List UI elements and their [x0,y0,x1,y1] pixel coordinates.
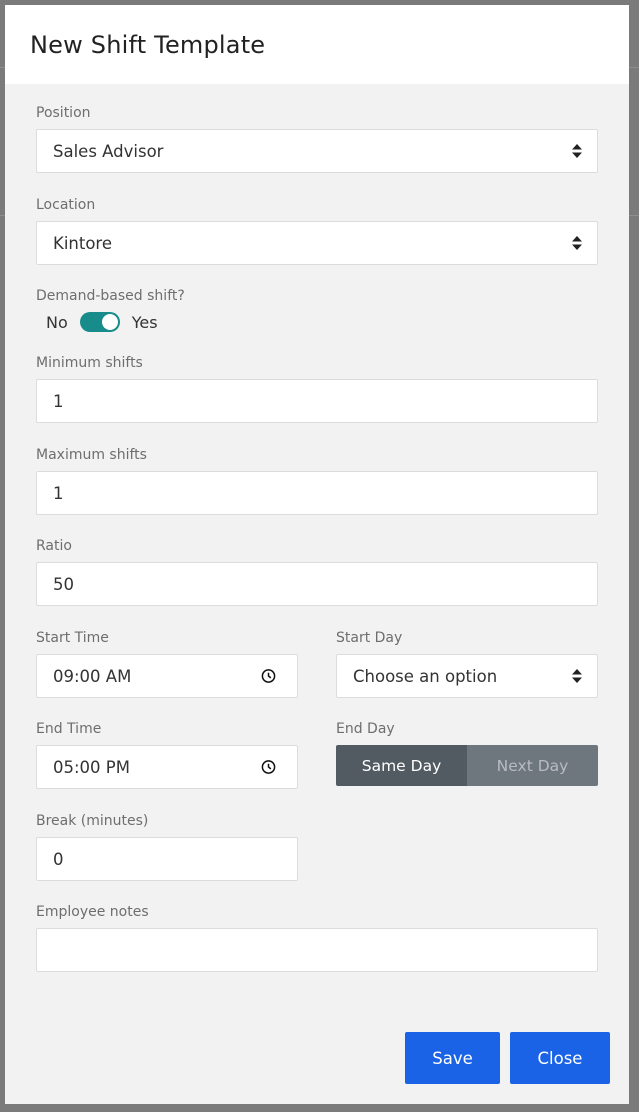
toggle-on-label: Yes [131,312,158,332]
modal-title: New Shift Template [30,30,266,59]
close-button[interactable]: Close [510,1032,610,1084]
start-time-input[interactable]: 09:00 AM [36,654,298,698]
break-input[interactable]: 0 [36,837,298,881]
position-select[interactable]: Sales Advisor [36,129,598,173]
min-shifts-value: 1 [53,391,64,411]
position-value: Sales Advisor [53,141,164,161]
location-label: Location [36,197,96,213]
shift-template-modal: New Shift Template Position Sales Adviso… [5,5,629,1104]
notes-input[interactable] [36,928,598,972]
min-shifts-input[interactable]: 1 [36,379,598,423]
toggle-off-label: No [46,312,68,332]
end-day-segmented-control: Same Day Next Day [336,745,598,786]
demand-toggle[interactable] [79,312,120,332]
demand-label: Demand-based shift? [36,288,185,304]
clock-icon[interactable] [261,669,276,684]
modal-header: New Shift Template [5,5,629,84]
end-time-input[interactable]: 05:00 PM [36,745,298,789]
end-time-label: End Time [36,721,102,737]
max-shifts-input[interactable]: 1 [36,471,598,515]
max-shifts-value: 1 [53,483,64,503]
demand-toggle-row: No Yes [46,312,158,332]
toggle-knob [101,314,118,330]
notes-label: Employee notes [36,904,149,920]
break-label: Break (minutes) [36,813,149,829]
ratio-label: Ratio [36,538,72,554]
max-shifts-label: Maximum shifts [36,447,147,463]
same-day-button[interactable]: Same Day [336,745,467,786]
position-label: Position [36,105,91,121]
min-shifts-label: Minimum shifts [36,355,143,371]
next-day-button[interactable]: Next Day [467,745,598,786]
start-day-value: Choose an option [353,666,498,686]
end-time-value: 05:00 PM [53,757,130,777]
break-value: 0 [53,849,64,869]
ratio-input[interactable]: 50 [36,562,598,606]
updown-arrows-icon [572,236,582,250]
start-time-label: Start Time [36,630,109,646]
updown-arrows-icon [572,144,582,158]
clock-icon[interactable] [261,760,276,775]
start-day-select[interactable]: Choose an option [336,654,598,698]
start-time-value: 09:00 AM [53,666,132,686]
ratio-value: 50 [53,574,74,594]
save-button[interactable]: Save [405,1032,500,1084]
location-select[interactable]: Kintore [36,221,598,265]
location-value: Kintore [53,233,112,253]
start-day-label: Start Day [336,630,403,646]
end-day-label: End Day [336,721,395,737]
updown-arrows-icon [572,669,582,683]
